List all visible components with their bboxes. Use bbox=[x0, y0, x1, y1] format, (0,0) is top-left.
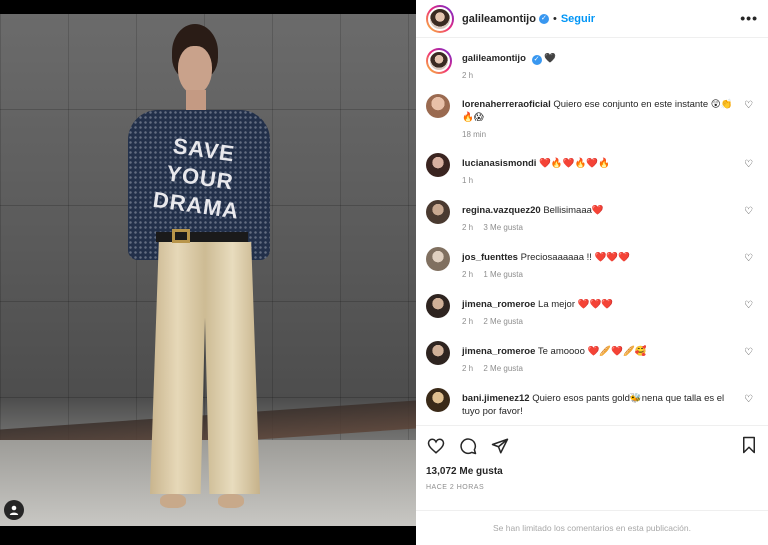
caption-meta: 2 h bbox=[462, 69, 742, 82]
like-heart-icon[interactable] bbox=[426, 436, 446, 456]
follow-button[interactable]: Seguir bbox=[561, 13, 595, 25]
comment-avatar[interactable] bbox=[426, 200, 450, 224]
comment-body: bani.jimenez12 Quiero esos pants gold🐝ne… bbox=[462, 392, 742, 418]
comment-time[interactable]: 18 min bbox=[462, 130, 486, 139]
comment-like-icon[interactable]: ♡ bbox=[744, 347, 754, 358]
more-options-icon[interactable]: ••• bbox=[740, 10, 758, 26]
comment-like-icon[interactable]: ♡ bbox=[744, 300, 754, 311]
comment-like-count[interactable]: 2 Me gusta bbox=[483, 317, 523, 326]
photo-person: SAVE YOUR DRAMA bbox=[120, 24, 280, 524]
comment-username[interactable]: jos_fuenttes bbox=[462, 252, 518, 263]
comment-time[interactable]: 2 h bbox=[462, 317, 473, 326]
caption-text: 🖤 bbox=[544, 53, 556, 64]
comment-meta: 18 min bbox=[462, 128, 742, 141]
post-side-panel: galileamontijo ✓ • Seguir ••• galileamon… bbox=[416, 0, 768, 545]
comment-time[interactable]: 2 h bbox=[462, 270, 473, 279]
save-bookmark-icon[interactable] bbox=[740, 436, 760, 456]
photo-belt bbox=[156, 232, 248, 242]
verified-badge-icon: ✓ bbox=[538, 13, 549, 24]
comment-username[interactable]: lucianasismondi bbox=[462, 158, 536, 169]
comment-username[interactable]: jimena_romeroe bbox=[462, 299, 535, 310]
comment-meta: 2 h 2 Me gusta bbox=[462, 315, 742, 328]
comments-limited-notice: Se han limitado los comentarios en esta … bbox=[416, 510, 768, 545]
comment-text: Preciosaaaaaa !! ❤️❤️❤️ bbox=[520, 252, 631, 263]
comment-text: ❤️🔥❤️🔥❤️🔥 bbox=[539, 158, 611, 169]
comment-like-icon[interactable]: ♡ bbox=[744, 394, 754, 405]
comment-username[interactable]: regina.vazquez20 bbox=[462, 205, 541, 216]
comments-list[interactable]: galileamontijo ✓ 🖤 2 h lorenaherreraofic… bbox=[416, 38, 768, 425]
comment-avatar[interactable] bbox=[426, 153, 450, 177]
author-avatar[interactable] bbox=[426, 4, 454, 33]
post-timestamp[interactable]: HACE 2 HORAS bbox=[426, 484, 484, 491]
comment-meta: 2 h 3 Me gusta bbox=[462, 221, 742, 234]
comment-like-icon[interactable]: ♡ bbox=[744, 100, 754, 111]
caption-username[interactable]: galileamontijo bbox=[462, 53, 526, 64]
caption-avatar[interactable] bbox=[426, 48, 452, 74]
comment-username[interactable]: bani.jimenez12 bbox=[462, 393, 530, 404]
comment-body: jimena_romeroe Te amoooo ❤️🥖❤️🥖🥰 2 h 2 M… bbox=[462, 345, 742, 375]
comment-time[interactable]: 2 h bbox=[462, 223, 473, 232]
comment-body: lorenaherreraoficial Quiero ese conjunto… bbox=[462, 98, 742, 141]
post-header: galileamontijo ✓ • Seguir ••• bbox=[416, 0, 768, 38]
comment-username[interactable]: lorenaherreraoficial bbox=[462, 99, 551, 110]
comment-avatar[interactable] bbox=[426, 94, 450, 118]
comment-time[interactable]: 1 h bbox=[462, 176, 473, 185]
comment-avatar[interactable] bbox=[426, 341, 450, 365]
photo-shoe-left bbox=[160, 494, 186, 508]
photo-shoe-right bbox=[218, 494, 244, 508]
share-paper-plane-icon[interactable] bbox=[490, 436, 510, 456]
comment-meta: 2 h 2 Me gusta bbox=[462, 362, 742, 375]
comment-like-icon[interactable]: ♡ bbox=[744, 253, 754, 264]
comment-username[interactable]: jimena_romeroe bbox=[462, 346, 535, 357]
comment-body: jos_fuenttes Preciosaaaaaa !! ❤️❤️❤️ 2 h… bbox=[462, 251, 742, 281]
photo-pants bbox=[150, 242, 260, 494]
comment-like-icon[interactable]: ♡ bbox=[744, 206, 754, 217]
tagged-user-icon[interactable] bbox=[4, 500, 24, 520]
photo-face bbox=[178, 46, 212, 94]
comment-like-icon[interactable]: ♡ bbox=[744, 159, 754, 170]
post-photo[interactable]: SAVE YOUR DRAMA bbox=[0, 0, 416, 545]
comment-body: lucianasismondi ❤️🔥❤️🔥❤️🔥 1 h bbox=[462, 157, 742, 187]
action-icons-row bbox=[426, 436, 510, 456]
verified-badge-icon: ✓ bbox=[531, 55, 542, 65]
comment-text: Bellisimaaa❤️ bbox=[543, 205, 604, 216]
instagram-post-view: SAVE YOUR DRAMA galileamontijo ✓ • Segui… bbox=[0, 0, 768, 545]
comment-avatar[interactable] bbox=[426, 294, 450, 318]
comment-text: La mejor ❤️❤️❤️ bbox=[538, 299, 614, 310]
header-separator: • bbox=[552, 12, 557, 25]
photo-buckle bbox=[172, 229, 190, 243]
comment-like-count[interactable]: 2 Me gusta bbox=[483, 364, 523, 373]
comment-text: Te amoooo ❤️🥖❤️🥖🥰 bbox=[537, 346, 647, 357]
post-actions: 13,072 Me gusta HACE 2 HORAS Se han limi… bbox=[416, 425, 768, 545]
sweater-text: SAVE YOUR DRAMA bbox=[151, 133, 241, 224]
caption-time[interactable]: 2 h bbox=[462, 71, 473, 80]
comment-avatar[interactable] bbox=[426, 388, 450, 412]
comment-meta: 2 h 1 Me gusta bbox=[462, 268, 742, 281]
comment-like-count[interactable]: 1 Me gusta bbox=[483, 270, 523, 279]
comment-body: regina.vazquez20 Bellisimaaa❤️ 2 h 3 Me … bbox=[462, 204, 742, 234]
comment-like-count[interactable]: 3 Me gusta bbox=[483, 223, 523, 232]
caption-body: galileamontijo ✓ 🖤 2 h bbox=[462, 52, 742, 82]
likes-count[interactable]: 13,072 Me gusta bbox=[426, 466, 503, 477]
comment-bubble-icon[interactable] bbox=[458, 436, 478, 456]
comment-time[interactable]: 2 h bbox=[462, 364, 473, 373]
comment-meta: 1 h bbox=[462, 174, 742, 187]
comment-avatar[interactable] bbox=[426, 247, 450, 271]
comment-body: jimena_romeroe La mejor ❤️❤️❤️ 2 h 2 Me … bbox=[462, 298, 742, 328]
author-username[interactable]: galileamontijo bbox=[462, 13, 536, 25]
